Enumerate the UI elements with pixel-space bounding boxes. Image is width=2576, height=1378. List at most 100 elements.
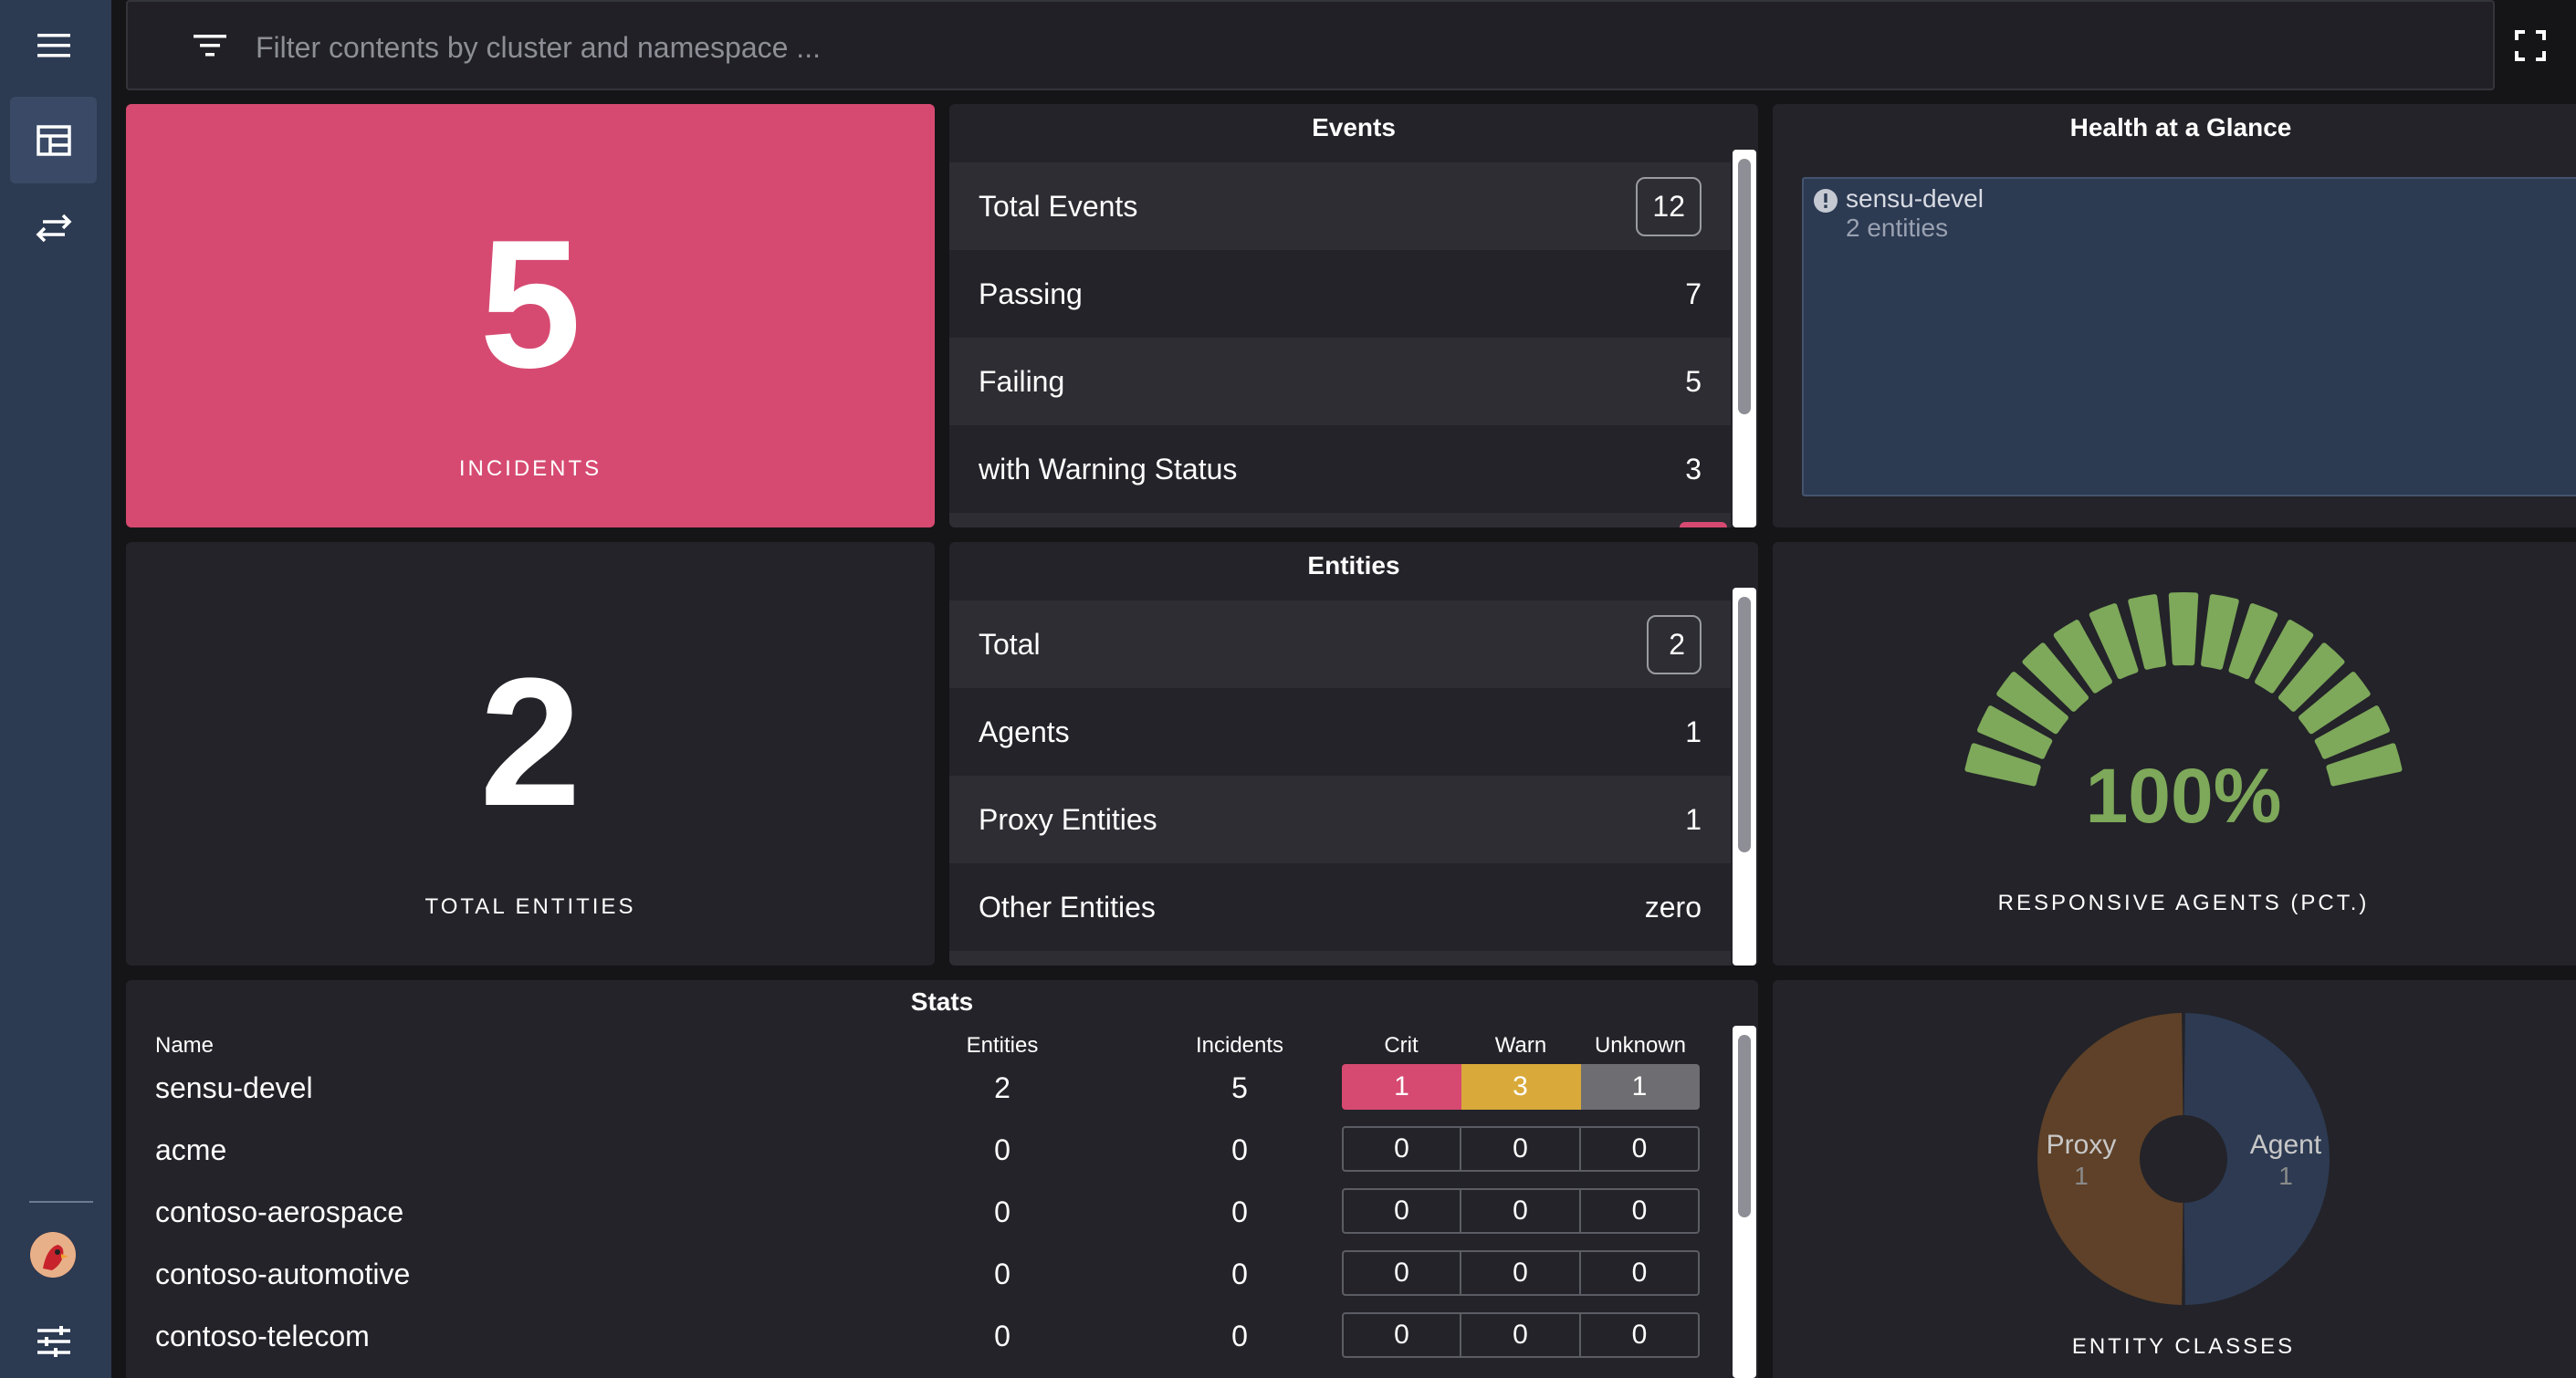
events-scrollbar[interactable] — [1733, 150, 1756, 527]
main-content: 5 INCIDENTS Events Total Events 12 Passi… — [111, 0, 2576, 1378]
events-card: Events Total Events 12 Passing 7 Failing… — [949, 104, 1758, 527]
events-partial-badge — [1680, 522, 1727, 527]
entity-classes-label: ENTITY CLASSES — [2071, 1334, 2296, 1359]
sliders-settings-icon[interactable] — [10, 1298, 97, 1378]
stats-header-warn: Warn — [1494, 1033, 1547, 1058]
total-entities-label: TOTAL ENTITIES — [424, 894, 636, 919]
stats-row-name[interactable]: contoso-automotive — [155, 1258, 410, 1291]
events-row-value: 5 — [1685, 364, 1702, 398]
incidents-card[interactable]: 5 INCIDENTS — [126, 104, 935, 527]
stats-title: Stats — [910, 987, 974, 1016]
pie-label-name: Agent — [2250, 1130, 2322, 1160]
fullscreen-icon[interactable] — [2512, 27, 2549, 64]
stats-scroll-thumb[interactable] — [1738, 1035, 1751, 1217]
responsive-agents-card: 100% RESPONSIVE AGENTS (PCT.) — [1773, 542, 2576, 966]
events-row-label: Failing — [979, 364, 1065, 398]
stats-card: Stats Name Entities Incidents Crit Warn … — [126, 980, 1758, 1378]
stats-unknown-cell[interactable]: 1 — [1581, 1064, 1700, 1110]
gauge-segment — [2168, 592, 2199, 666]
events-row-passing[interactable]: Passing 7 — [949, 250, 1731, 338]
events-row-failing[interactable]: Failing 5 — [949, 338, 1731, 425]
entities-row-label: Proxy Entities — [979, 802, 1157, 836]
stats-header-entities: Entities — [966, 1033, 1039, 1058]
gauge-label: RESPONSIVE AGENTS (PCT.) — [1997, 891, 2370, 915]
stats-crit-cell[interactable]: 0 — [1342, 1188, 1461, 1234]
total-entities-card[interactable]: 2 TOTAL ENTITIES — [126, 542, 935, 966]
health-item-detail: 2 entities — [1846, 214, 1949, 242]
stats-warn-cell[interactable]: 3 — [1461, 1064, 1581, 1110]
events-row-label: Total Events — [979, 189, 1138, 223]
stats-row-entities: 2 — [994, 1071, 1011, 1104]
entities-total-badge: 2 — [1647, 614, 1702, 674]
events-total-badge: 12 — [1636, 176, 1702, 236]
entities-row-total[interactable]: Total 2 — [949, 600, 1731, 688]
stats-header-name: Name — [155, 1033, 215, 1058]
entities-row-label: Other Entities — [979, 890, 1156, 924]
events-row-total[interactable]: Total Events 12 — [949, 162, 1731, 250]
dashboard-icon[interactable] — [10, 97, 97, 183]
stats-warn-cell[interactable]: 0 — [1461, 1312, 1581, 1358]
search-input[interactable] — [256, 27, 2355, 68]
stats-row-incidents: 0 — [1231, 1320, 1248, 1352]
sidebar — [0, 0, 111, 1378]
stats-crit-cell[interactable]: 1 — [1342, 1064, 1461, 1110]
stats-header-unknown: Unknown — [1594, 1033, 1687, 1058]
entities-card: Entities Total 2 Agents 1 Proxy Entities… — [949, 542, 1758, 966]
pie-label-value: 1 — [2074, 1162, 2089, 1190]
health-title: Health at a Glance — [2069, 113, 2292, 141]
stats-warn-cell[interactable]: 0 — [1461, 1126, 1581, 1172]
stats-row-entities: 0 — [994, 1258, 1011, 1290]
health-box[interactable]: sensu-devel 2 entities — [1802, 177, 2576, 496]
stats-row-name[interactable]: acme — [155, 1133, 226, 1167]
entities-row-label: Agents — [979, 715, 1070, 748]
entity-classes-chart: Proxy1Agent1 — [2037, 1013, 2330, 1305]
stats-unknown-cell[interactable]: 0 — [1581, 1126, 1700, 1172]
hamburger-menu-icon[interactable] — [10, 2, 97, 89]
entities-row-agents[interactable]: Agents 1 — [949, 688, 1731, 776]
stats-unknown-cell[interactable]: 0 — [1581, 1312, 1700, 1358]
total-entities-count: 2 — [479, 641, 581, 844]
events-row-value: 7 — [1685, 277, 1702, 310]
entities-title: Entities — [1307, 551, 1400, 579]
stats-row-entities: 0 — [994, 1320, 1011, 1352]
entity-classes-card: Proxy 1 Agent 1 ENTITY CLASSES — [1773, 980, 2576, 1378]
stats-header-incidents: Incidents — [1195, 1033, 1284, 1058]
swap-arrows-icon[interactable] — [10, 184, 97, 271]
entities-row-proxy[interactable]: Proxy Entities 1 — [949, 776, 1731, 863]
events-row-label: Passing — [979, 277, 1083, 310]
events-row-value: 3 — [1685, 452, 1702, 485]
stats-warn-cell[interactable]: 0 — [1461, 1250, 1581, 1296]
events-row-warning[interactable]: with Warning Status 3 — [949, 425, 1731, 513]
stats-crit-cell[interactable]: 0 — [1342, 1312, 1461, 1358]
gauge-value: 100% — [2085, 753, 2282, 839]
stats-crit-cell[interactable]: 0 — [1342, 1250, 1461, 1296]
pie-label-name: Proxy — [2047, 1130, 2117, 1160]
health-card: Health at a Glance sensu-devel 2 entitie… — [1773, 104, 2576, 527]
entities-row-label: Total — [979, 627, 1041, 661]
filter-icon[interactable] — [192, 32, 228, 64]
stats-unknown-cell[interactable]: 0 — [1581, 1250, 1700, 1296]
stats-row-name[interactable]: contoso-aerospace — [155, 1195, 403, 1229]
stats-row-incidents: 0 — [1231, 1133, 1248, 1166]
entities-row-value: 1 — [1685, 715, 1702, 748]
events-row-partial — [949, 513, 1731, 527]
stats-row-name[interactable]: sensu-devel — [155, 1071, 313, 1105]
stats-row-entities: 0 — [994, 1195, 1011, 1228]
pie-label-value: 1 — [2278, 1162, 2293, 1190]
gauge-segment — [2128, 594, 2166, 670]
stats-unknown-cell[interactable]: 0 — [1581, 1188, 1700, 1234]
stats-row-incidents: 0 — [1231, 1195, 1248, 1228]
entities-row-partial — [949, 951, 1731, 966]
entities-row-other[interactable]: Other Entities zero — [949, 863, 1731, 951]
stats-warn-cell[interactable]: 0 — [1461, 1188, 1581, 1234]
stats-crit-cell[interactable]: 0 — [1342, 1126, 1461, 1172]
entities-scroll-thumb[interactable] — [1738, 597, 1751, 852]
entities-row-value: zero — [1644, 890, 1702, 924]
alert-circle-icon — [1813, 188, 1838, 218]
events-scroll-thumb[interactable] — [1738, 159, 1751, 414]
events-title: Events — [1312, 113, 1396, 141]
stats-row-name[interactable]: contoso-telecom — [155, 1320, 370, 1353]
entities-scrollbar[interactable] — [1733, 588, 1756, 966]
avatar[interactable] — [30, 1232, 76, 1278]
stats-scrollbar[interactable] — [1733, 1026, 1756, 1378]
